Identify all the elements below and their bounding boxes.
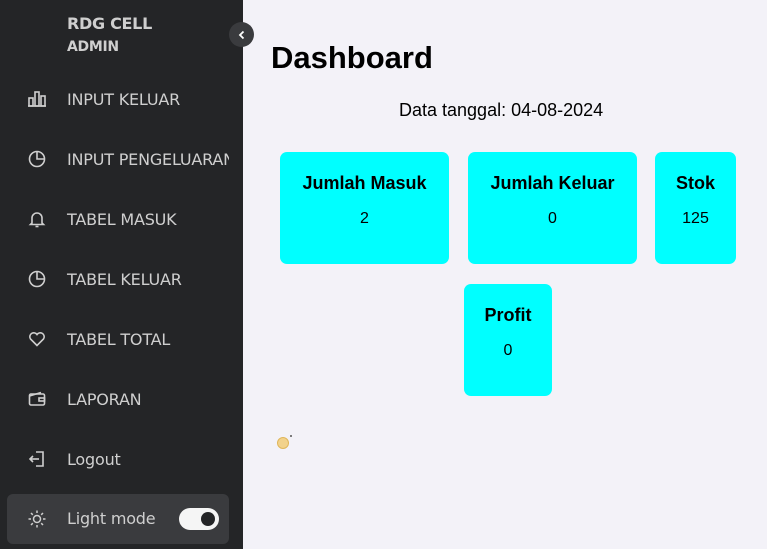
card-value: 2 [360,210,369,227]
card-profit: Profit 0 [464,284,552,396]
sidebar-item-label: LAPORAN [67,389,142,409]
card-jumlah-masuk: Jumlah Masuk 2 [280,152,449,264]
sidebar-item-laporan[interactable]: LAPORAN [0,379,229,419]
theme-mode-label: Light mode [67,509,156,528]
bar-chart-icon [28,91,46,107]
sidebar-item-label: TABEL MASUK [67,209,177,229]
sidebar-item-label: Logout [67,449,121,469]
date-label: Data tanggal: 04-08-2024 [399,100,604,120]
wallet-icon [28,391,46,406]
card-jumlah-keluar: Jumlah Keluar 0 [468,152,637,264]
card-title: Stok [675,173,715,193]
brand-name: RDG CELL [67,14,152,33]
sidebar-item-input-keluar[interactable]: INPUT KELUAR [0,79,229,119]
sidebar-item-label: TABEL KELUAR [67,269,182,289]
sun-icon [28,510,46,528]
sidebar-item-label: INPUT PENGELUARAN [67,149,229,169]
sidebar-item-tabel-keluar[interactable]: TABEL KELUAR [0,259,229,299]
page-title: Dashboard [271,40,433,75]
sidebar-item-tabel-total[interactable]: TABEL TOTAL [0,319,229,359]
sidebar-collapse-button[interactable] [229,22,254,47]
sidebar: RDG CELL ADMIN INPUT KELUAR INPUT PENGEL… [0,0,243,549]
card-title: Jumlah Masuk [302,173,427,193]
pie-chart-icon [28,150,46,168]
sidebar-item-tabel-masuk[interactable]: TABEL MASUK [0,199,229,239]
loading-dot-icon [290,435,292,437]
sidebar-item-label: TABEL TOTAL [67,329,171,349]
card-value: 0 [503,342,513,359]
theme-mode-row: Light mode [7,494,229,544]
logout-icon [28,451,44,467]
sidebar-item-label: INPUT KELUAR [67,89,180,109]
sidebar-item-input-pengeluaran[interactable]: INPUT PENGELUARAN [0,139,229,179]
theme-toggle-switch[interactable] [179,508,219,530]
card-value: 0 [548,210,557,227]
card-value: 125 [682,210,709,227]
sidebar-item-logout[interactable]: Logout [0,439,229,479]
card-title: Profit [484,305,532,325]
heart-icon [29,332,45,347]
bell-icon [28,212,46,228]
pie-chart-icon [28,270,46,288]
switch-knob [201,512,215,526]
loading-indicator-icon [277,437,289,449]
card-title: Jumlah Keluar [490,173,615,193]
brand-role: ADMIN [67,39,119,55]
chevron-left-icon [238,30,244,39]
card-stok: Stok 125 [655,152,736,264]
